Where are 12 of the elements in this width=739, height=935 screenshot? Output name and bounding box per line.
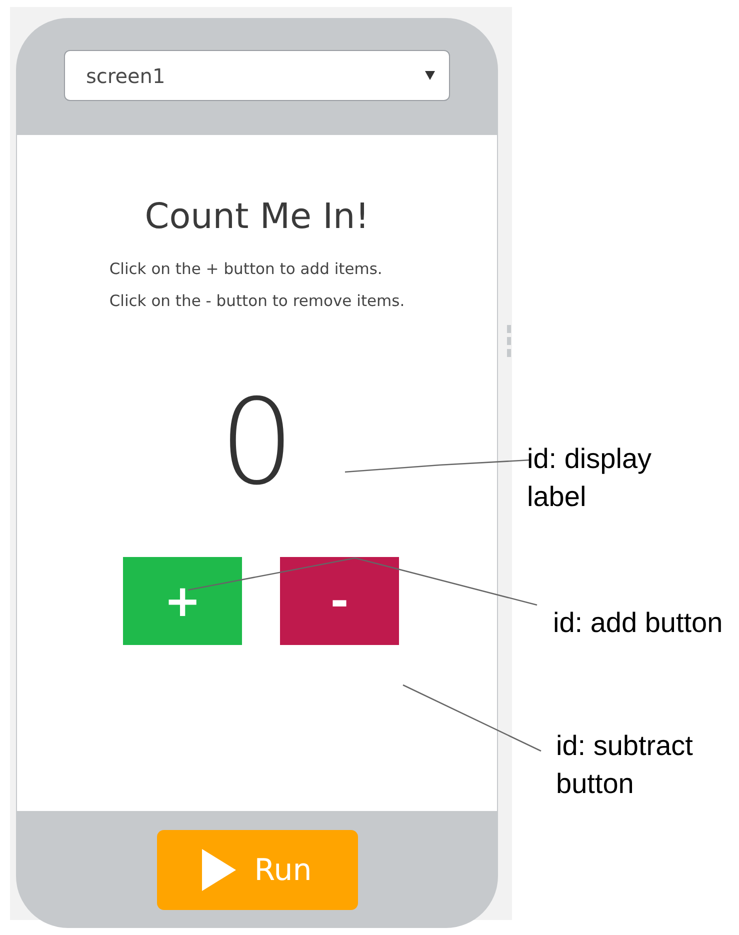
caret-icon (425, 71, 435, 80)
instruction-text: Click on the - button to remove items. (109, 291, 405, 312)
app-title: Count Me In! (144, 197, 370, 237)
instruction-text: Click on the + button to add items. (109, 259, 384, 280)
annotation-text: id: display label (527, 442, 653, 514)
counter-button[interactable]: - (280, 557, 399, 645)
play-icon (202, 849, 236, 891)
annotation-text: id: add button (553, 606, 724, 640)
resize-grip-icon[interactable] (507, 325, 511, 357)
counter-display: 0 (219, 377, 295, 507)
annotation-text: id: subtract button (556, 729, 694, 801)
screen-dropdown[interactable]: screen1 (64, 50, 450, 101)
